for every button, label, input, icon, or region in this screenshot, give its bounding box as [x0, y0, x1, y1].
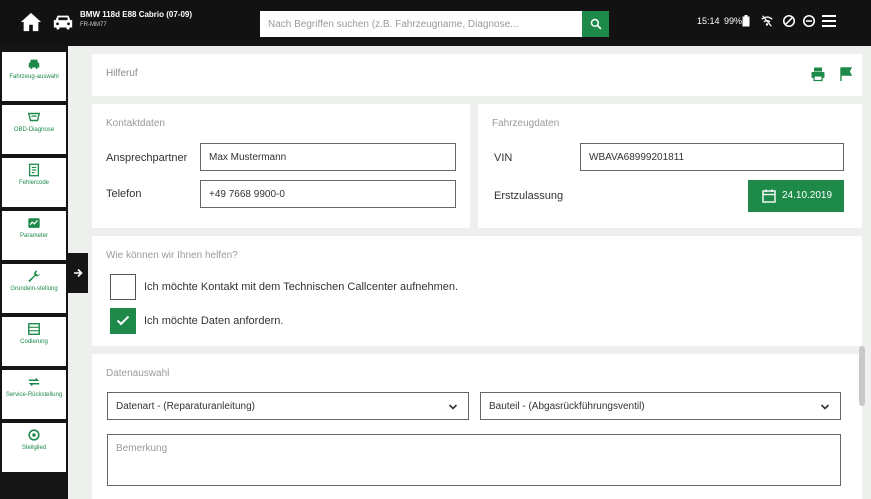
sidebar-item-error-code[interactable]: Fehlercode	[2, 158, 66, 207]
sidebar-item-label: Grundein-stellung	[10, 286, 58, 292]
sidebar-item-service-reset[interactable]: Service-Rückstellung	[2, 370, 66, 419]
data-type-value: Datenart - (Reparaturanleitung)	[116, 401, 255, 412]
first-registration-date: 24.10.2019	[782, 190, 833, 201]
request-data-option-label[interactable]: Ich möchte Daten anfordern.	[144, 315, 283, 327]
sidebar-item-label: OBD-Diagnose	[13, 127, 55, 133]
scrollbar[interactable]	[859, 346, 865, 406]
search-input[interactable]	[260, 11, 582, 37]
sidebar-item-settings[interactable]: Steilgiled	[2, 423, 66, 472]
page-title: Hilferuf	[106, 68, 138, 79]
checkmark-icon	[116, 315, 130, 326]
coding-icon	[28, 323, 40, 335]
sidebar-item-parameter[interactable]: Parameter	[2, 211, 66, 260]
error-code-icon	[28, 163, 40, 177]
sidebar-item-coding[interactable]: Codierung	[2, 317, 66, 366]
data-selection-card: Datenauswahl Datenart - (Reparaturanleit…	[92, 354, 862, 499]
wifi-off-icon[interactable]	[760, 14, 774, 28]
vin-label: VIN	[494, 152, 513, 164]
service-reset-icon	[28, 378, 40, 386]
help-question: Wie können wir Ihnen helfen?	[106, 250, 238, 261]
phone-label: Telefon	[106, 188, 142, 200]
search-icon	[590, 18, 601, 29]
data-type-select[interactable]: Datenart - (Reparaturanleitung)	[107, 392, 469, 420]
sidebar-item-label: Codierung	[20, 339, 48, 345]
chevron-down-icon	[820, 404, 830, 410]
sidebar-item-obd-diagnosis[interactable]: OBD-Diagnose	[2, 105, 66, 154]
chevron-down-icon	[448, 404, 458, 410]
component-select[interactable]: Bauteil - (Abgasrückführungsventil)	[480, 392, 841, 420]
menu-icon[interactable]	[822, 15, 836, 27]
top-bar: BMW 118d E88 Cabrio (07-09) FR-MM77 15:1…	[0, 0, 871, 46]
first-registration-date-button[interactable]: 24.10.2019	[748, 180, 844, 212]
vehicle-data-card: Fahrzeugdaten VIN Erstzulassung 24.10.20…	[478, 104, 862, 228]
sidebar-item-label: Fehlercode	[18, 180, 50, 186]
battery-icon	[742, 15, 750, 27]
clock: 15:14	[697, 16, 720, 26]
sidebar-item-label: Service-Rückstellung	[5, 392, 63, 398]
sidebar-item-label: Fahrzeug-auswahl	[9, 74, 59, 80]
print-icon[interactable]	[810, 66, 826, 82]
phone-field[interactable]	[200, 180, 456, 208]
car-icon	[28, 59, 40, 69]
sidebar-item-label: Steilgiled	[21, 445, 47, 451]
main-content: Hilferuf Kontaktdaten Ansprechpartner Te…	[88, 46, 871, 499]
app-window: BMW 118d E88 Cabrio (07-09) FR-MM77 15:1…	[0, 0, 871, 499]
first-registration-label: Erstzulassung	[494, 190, 564, 202]
vehicle-heading: Fahrzeugdaten	[492, 118, 560, 129]
callcenter-option-label[interactable]: Ich möchte Kontakt mit dem Technischen C…	[144, 281, 458, 293]
contact-person-field[interactable]	[200, 143, 456, 171]
sidebar: Fahrzeug-auswahl OBD-Diagnose Fehlercode	[0, 46, 68, 499]
calendar-icon	[762, 189, 776, 203]
sidebar-item-vehicle-selection[interactable]: Fahrzeug-auswahl	[2, 52, 66, 101]
data-selection-heading: Datenauswahl	[106, 368, 170, 379]
vehicle-plate: FR-MM77	[80, 22, 107, 28]
car-icon[interactable]	[52, 13, 74, 31]
settings-icon	[28, 429, 40, 441]
sidebar-item-label: Parameter	[19, 233, 48, 239]
sidebar-item-basic-setting[interactable]: Grundein-stellung	[2, 264, 66, 313]
arrow-right-icon	[74, 268, 83, 278]
help-options-card: Wie können wir Ihnen helfen? Ich möchte …	[92, 236, 862, 346]
wrench-icon	[28, 270, 41, 283]
battery-level: 99%	[724, 16, 743, 26]
flag-icon[interactable]	[838, 66, 854, 82]
title-bar: Hilferuf	[92, 54, 862, 96]
component-value: Bauteil - (Abgasrückführungsventil)	[489, 401, 645, 412]
request-data-checkbox[interactable]	[110, 308, 136, 334]
callcenter-checkbox[interactable]	[110, 274, 136, 300]
connection-status-icon[interactable]	[782, 14, 796, 28]
home-icon[interactable]	[20, 11, 42, 33]
vin-field[interactable]	[580, 143, 844, 171]
vci-status-icon[interactable]	[802, 14, 816, 28]
parameter-icon	[28, 218, 40, 228]
search-button[interactable]	[582, 11, 609, 37]
contact-data-card: Kontaktdaten Ansprechpartner Telefon	[92, 104, 470, 228]
contact-heading: Kontaktdaten	[106, 118, 165, 129]
remark-field[interactable]	[107, 434, 841, 486]
obd-icon	[27, 112, 41, 122]
sidebar-expand-button[interactable]	[68, 253, 88, 293]
contact-person-label: Ansprechpartner	[106, 152, 188, 164]
vehicle-title[interactable]: BMW 118d E88 Cabrio (07-09)	[80, 10, 192, 19]
